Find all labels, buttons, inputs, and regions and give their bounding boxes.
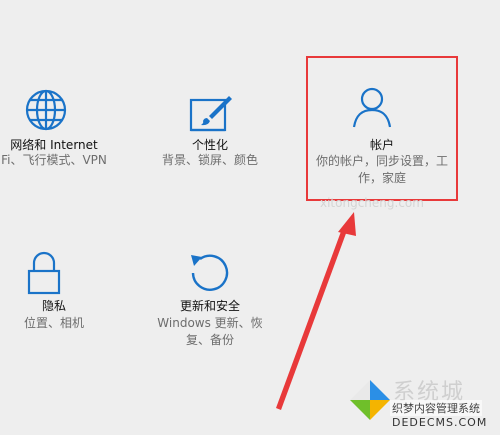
paint-tablet-icon bbox=[188, 94, 234, 138]
background-watermark-url: xitongcheng.com bbox=[320, 196, 424, 210]
watermark-domain: DEDECMS.COM bbox=[392, 416, 488, 429]
tile-description-line: Fi、飞行模式、VPN bbox=[1, 153, 107, 167]
tile-label: 网络和 Internet bbox=[10, 138, 98, 152]
tile-description-line: 位置、相机 bbox=[23, 316, 84, 330]
tile-description-line: 作，家庭 bbox=[357, 171, 406, 185]
tile-description: Fi、飞行模式、VPN bbox=[0, 152, 124, 169]
tile-label: 隐私 bbox=[41, 299, 66, 313]
watermark-tagline: 织梦内容管理系统 bbox=[390, 400, 482, 416]
tile-description-line: 你的帐户，同步设置，工 bbox=[315, 154, 448, 168]
tile-network-internet[interactable]: 网络和 Internet Fi、飞行模式、VPN bbox=[0, 80, 124, 180]
tile-description-line: Windows 更新、恢 bbox=[157, 316, 263, 330]
globe-icon bbox=[24, 88, 68, 136]
tile-description: Windows 更新、恢 复、备份 bbox=[140, 315, 280, 349]
tile-description-line: 背景、锁屏、颜色 bbox=[161, 153, 258, 167]
tile-description: 你的帐户，同步设置，工 作，家庭 bbox=[306, 153, 458, 187]
tile-personalization[interactable]: 个性化 背景、锁屏、颜色 bbox=[140, 80, 280, 180]
tile-label: 个性化 bbox=[191, 138, 228, 152]
tile-label: 更新和安全 bbox=[179, 299, 240, 313]
tile-update-security[interactable]: 更新和安全 Windows 更新、恢 复、备份 bbox=[140, 245, 280, 355]
site-watermark: 系统城 织梦内容管理系统 DEDECMS.COM bbox=[338, 372, 500, 435]
tile-description-line: 复、备份 bbox=[185, 333, 234, 347]
tile-accounts[interactable]: 帐户 你的帐户，同步设置，工 作，家庭 bbox=[306, 56, 458, 201]
tile-description: 背景、锁屏、颜色 bbox=[140, 152, 280, 169]
lock-icon bbox=[26, 251, 62, 299]
person-icon bbox=[352, 86, 392, 132]
tile-privacy[interactable]: 隐私 位置、相机 bbox=[0, 245, 124, 345]
windows-logo-icon bbox=[348, 378, 392, 426]
tile-description: 位置、相机 bbox=[0, 315, 124, 332]
tile-label: 帐户 bbox=[369, 138, 394, 152]
refresh-icon bbox=[188, 251, 232, 299]
